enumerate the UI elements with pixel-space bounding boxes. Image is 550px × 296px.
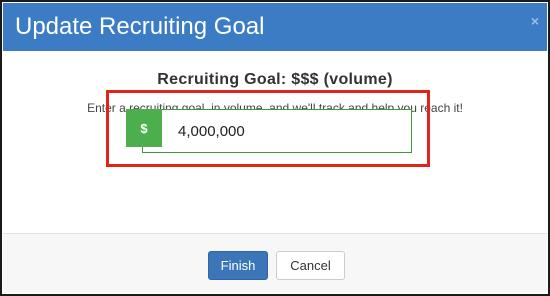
goal-input-group: $ — [126, 109, 412, 153]
modal-title: Update Recruiting Goal — [15, 13, 265, 40]
goal-heading: Recruiting Goal: $$$ (volume) — [157, 71, 393, 88]
finish-button[interactable]: Finish — [208, 251, 268, 280]
input-border-segment — [142, 147, 143, 153]
modal-header: Update Recruiting Goal × — [3, 3, 547, 51]
goal-input[interactable] — [142, 109, 412, 153]
dollar-icon: $ — [126, 109, 162, 147]
modal-footer: Finish Cancel — [3, 233, 547, 293]
update-goal-modal: Update Recruiting Goal × Recruiting Goal… — [3, 3, 547, 293]
close-icon[interactable]: × — [531, 13, 539, 29]
screenshot-frame: Update Recruiting Goal × Recruiting Goal… — [0, 0, 550, 296]
cancel-button[interactable]: Cancel — [276, 251, 345, 280]
